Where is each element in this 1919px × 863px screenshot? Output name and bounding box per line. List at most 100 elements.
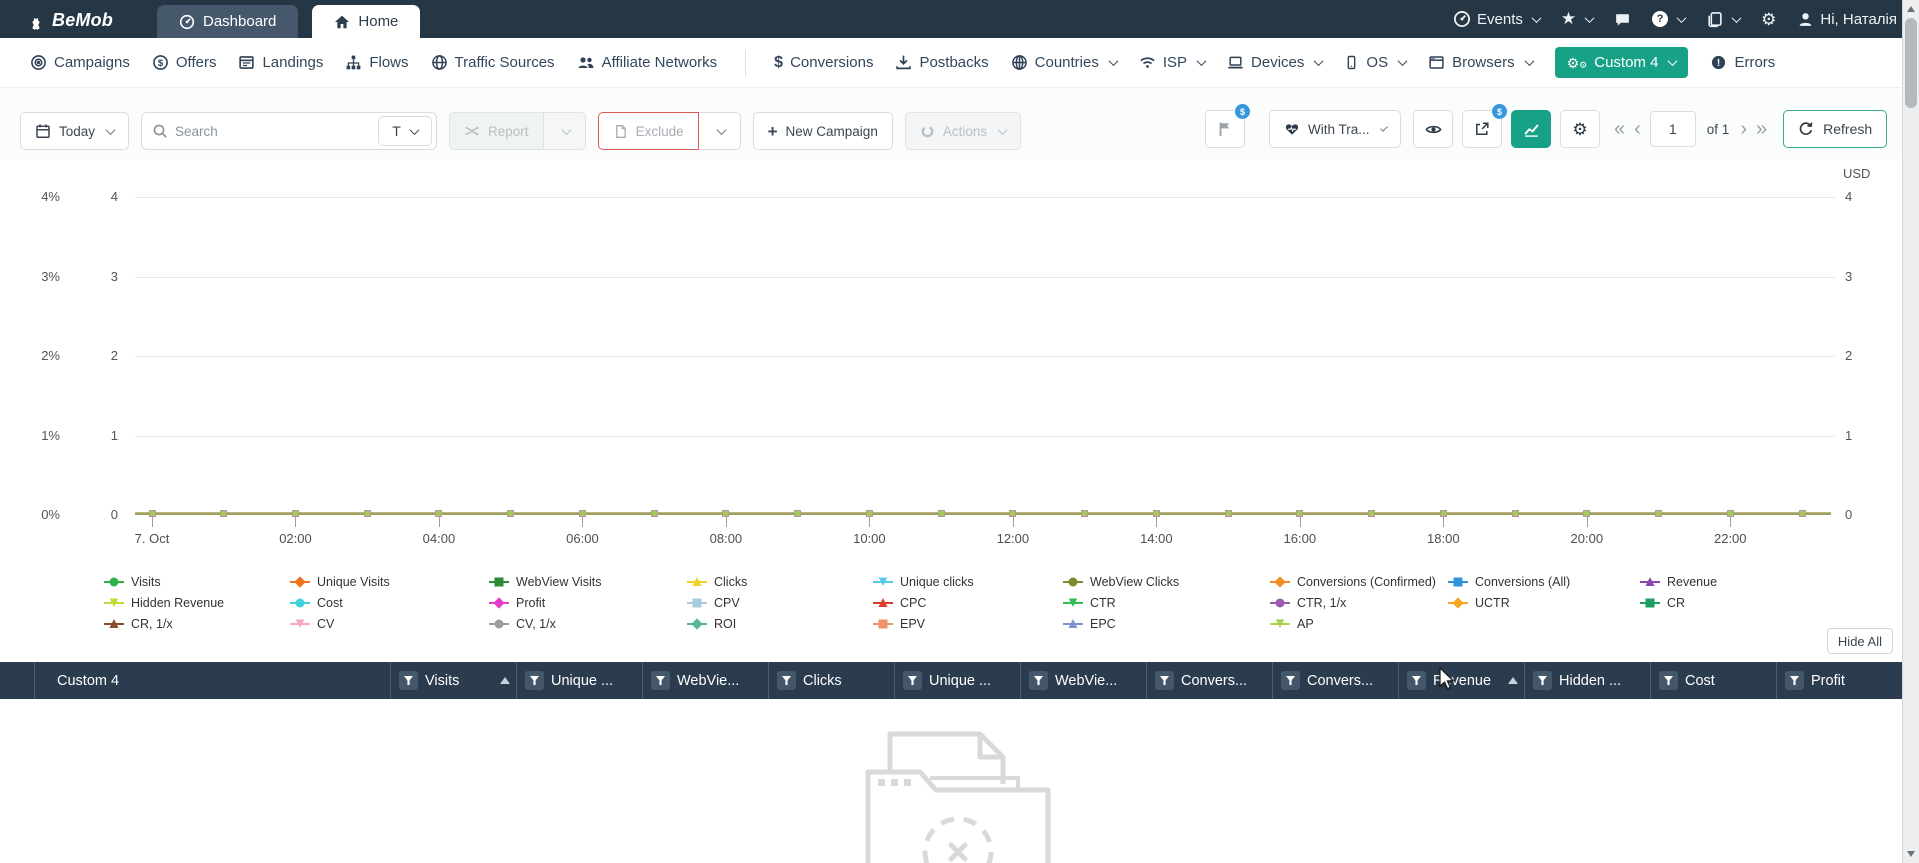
legend-item[interactable]: CV: [290, 613, 489, 634]
legend-item[interactable]: EPV: [873, 613, 1063, 634]
with-traffic-filter[interactable]: With Tra...: [1269, 110, 1401, 148]
legend-item[interactable]: CTR, 1/x: [1270, 592, 1448, 613]
filter-icon[interactable]: [903, 671, 922, 690]
table-column-header[interactable]: Convers...: [1146, 662, 1272, 699]
favorites-menu[interactable]: ★: [1561, 9, 1595, 29]
vertical-scrollbar[interactable]: [1902, 0, 1919, 863]
table-column-header[interactable]: Convers...: [1272, 662, 1398, 699]
legend-item[interactable]: CR, 1/x: [104, 613, 290, 634]
settings-button[interactable]: ⚙: [1761, 11, 1776, 28]
legend-item[interactable]: CPC: [873, 592, 1063, 613]
filter-icon[interactable]: [1155, 671, 1174, 690]
table-column-header[interactable]: Unique ...: [516, 662, 642, 699]
search-input[interactable]: [175, 123, 336, 139]
docs-menu[interactable]: [1706, 11, 1742, 28]
nav-campaigns[interactable]: Campaigns: [30, 54, 130, 71]
nav-flows[interactable]: Flows: [345, 54, 409, 71]
legend-item[interactable]: Visits: [104, 571, 290, 592]
chart-toggle-button[interactable]: [1511, 110, 1551, 148]
legend-item[interactable]: ROI: [687, 613, 873, 634]
filter-icon[interactable]: [1407, 671, 1426, 690]
last-page-button[interactable]: »: [1756, 118, 1767, 141]
legend-item[interactable]: AP: [1270, 613, 1448, 634]
legend-item[interactable]: WebView Visits: [489, 571, 687, 592]
nav-traffic-sources[interactable]: Traffic Sources: [431, 54, 555, 71]
table-column-header[interactable]: Clicks: [768, 662, 894, 699]
filter-icon[interactable]: [1659, 671, 1678, 690]
tab-dashboard[interactable]: Dashboard: [157, 5, 299, 38]
first-page-button[interactable]: «: [1614, 118, 1625, 141]
nav-postbacks[interactable]: Postbacks: [895, 54, 989, 71]
table-column-header[interactable]: WebVie...: [1020, 662, 1146, 699]
legend-item[interactable]: CV, 1/x: [489, 613, 687, 634]
filter-icon[interactable]: [1029, 671, 1048, 690]
nav-devices[interactable]: Devices: [1227, 54, 1324, 71]
nav-custom-4[interactable]: ⚙⚙ Custom 4: [1554, 47, 1689, 78]
table-column-header[interactable]: Profit: [1776, 662, 1902, 699]
next-page-button[interactable]: ›: [1740, 118, 1747, 141]
flag-filter-button[interactable]: $: [1205, 104, 1250, 148]
columns-settings-button[interactable]: ⚙: [1560, 110, 1600, 148]
new-campaign-button[interactable]: New Campaign: [752, 112, 893, 150]
refresh-button[interactable]: Refresh: [1783, 110, 1888, 148]
filter-icon[interactable]: [651, 671, 670, 690]
filter-icon[interactable]: [525, 671, 544, 690]
events-menu[interactable]: Events: [1453, 10, 1542, 28]
table-column-header[interactable]: Revenue: [1398, 662, 1524, 699]
table-column-header[interactable]: Unique ...: [894, 662, 1020, 699]
filter-icon[interactable]: [399, 671, 418, 690]
table-column-header[interactable]: Cost: [1650, 662, 1776, 699]
table-group-column[interactable]: Custom 4: [35, 662, 390, 699]
table-column-header[interactable]: Hidden ...: [1524, 662, 1650, 699]
nav-landings[interactable]: Landings: [238, 54, 323, 71]
nav-conversions[interactable]: $ Conversions: [774, 54, 873, 72]
nav-browsers[interactable]: Browsers: [1428, 54, 1535, 71]
legend-item[interactable]: CTR: [1063, 592, 1270, 613]
share-button[interactable]: $: [1462, 104, 1507, 148]
search-type-dropdown[interactable]: T: [378, 116, 433, 146]
legend-item[interactable]: Cost: [290, 592, 489, 613]
legend-item[interactable]: EPC: [1063, 613, 1270, 634]
user-menu[interactable]: Hi, Наталія: [1797, 11, 1897, 28]
nav-countries[interactable]: Countries: [1011, 54, 1119, 71]
filter-icon[interactable]: [777, 671, 796, 690]
nav-affiliate-networks[interactable]: Affiliate Networks: [577, 54, 717, 71]
scrollbar-thumb[interactable]: [1905, 18, 1917, 108]
scroll-down-arrow[interactable]: [1907, 851, 1915, 857]
scroll-up-arrow[interactable]: [1907, 6, 1915, 12]
preview-button[interactable]: [1413, 110, 1453, 148]
nav-os[interactable]: OS: [1344, 54, 1408, 71]
report-dropdown[interactable]: [543, 112, 586, 150]
nav-isp[interactable]: ISP: [1139, 54, 1207, 71]
legend-item[interactable]: Conversions (Confirmed): [1270, 571, 1448, 592]
legend-item[interactable]: CPV: [687, 592, 873, 613]
table-column-header[interactable]: WebVie...: [642, 662, 768, 699]
legend-item[interactable]: Revenue: [1640, 571, 1844, 592]
nav-offers[interactable]: $ Offers: [152, 54, 216, 71]
report-button[interactable]: Report: [449, 112, 544, 150]
prev-page-button[interactable]: ‹: [1634, 118, 1641, 141]
exclude-dropdown[interactable]: [698, 112, 741, 150]
exclude-button[interactable]: Exclude: [597, 112, 699, 150]
actions-button[interactable]: Actions: [904, 112, 1022, 150]
nav-errors[interactable]: ! Errors: [1710, 54, 1775, 71]
chat-button[interactable]: [1614, 11, 1631, 28]
legend-item[interactable]: WebView Clicks: [1063, 571, 1270, 592]
filter-icon[interactable]: [1533, 671, 1552, 690]
hide-all-button[interactable]: Hide All: [1826, 628, 1893, 654]
help-menu[interactable]: [1652, 11, 1687, 27]
legend-item[interactable]: Clicks: [687, 571, 873, 592]
legend-item[interactable]: Unique clicks: [873, 571, 1063, 592]
page-number-input[interactable]: [1649, 111, 1696, 147]
legend-item[interactable]: Unique Visits: [290, 571, 489, 592]
legend-item[interactable]: Profit: [489, 592, 687, 613]
app-logo[interactable]: BeMob: [0, 10, 139, 38]
tab-home[interactable]: Home: [312, 5, 421, 38]
filter-icon[interactable]: [1785, 671, 1804, 690]
legend-item[interactable]: CR: [1640, 592, 1844, 613]
date-range-button[interactable]: Today: [20, 112, 130, 150]
table-column-header[interactable]: Visits: [390, 662, 516, 699]
filter-icon[interactable]: [1281, 671, 1300, 690]
legend-item[interactable]: Hidden Revenue: [104, 592, 290, 613]
legend-item[interactable]: Conversions (All): [1448, 571, 1640, 592]
